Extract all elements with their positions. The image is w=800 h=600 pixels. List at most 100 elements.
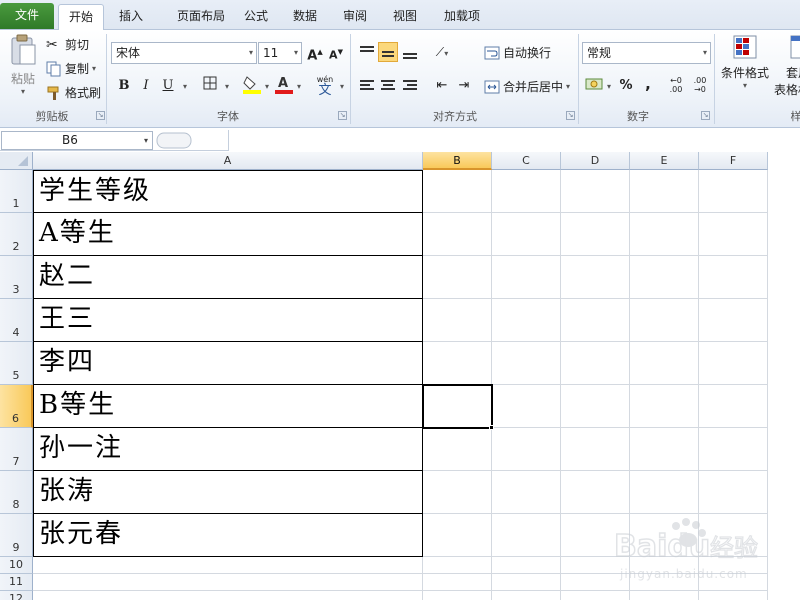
borders-button[interactable] [200,76,220,96]
cell-B3[interactable] [423,256,492,299]
phonetic-dropdown-icon[interactable]: ▾ [340,82,344,91]
cell-E6[interactable] [630,385,699,428]
shrink-font-button[interactable]: A▼ [326,42,346,62]
cell-A2[interactable]: A等生 [33,213,423,256]
cell-B5[interactable] [423,342,492,385]
row-header-3[interactable]: 3 [0,256,33,299]
cell-B7[interactable] [423,428,492,471]
cell-E2[interactable] [630,213,699,256]
cell-E12[interactable] [630,591,699,600]
font-name-select[interactable]: 宋体 ▾ [111,42,257,64]
alignment-launcher-icon[interactable]: ↘ [566,111,575,120]
align-right-button[interactable] [400,76,420,96]
number-format-select[interactable]: 常规 ▾ [582,42,711,64]
cell-C11[interactable] [492,574,561,591]
cell-C6[interactable] [492,385,561,428]
cell-F5[interactable] [699,342,768,385]
cell-D12[interactable] [561,591,630,600]
column-header-D[interactable]: D [561,152,630,170]
cell-B10[interactable] [423,557,492,574]
cell-C1[interactable] [492,170,561,213]
cell-A1[interactable]: 学生等级 [33,170,423,213]
tab-formulas[interactable]: 公式 [236,4,276,29]
cell-A4[interactable]: 王三 [33,299,423,342]
cell-A12[interactable] [33,591,423,600]
cell-D6[interactable] [561,385,630,428]
cell-A5[interactable]: 李四 [33,342,423,385]
top-align-button[interactable] [357,42,377,62]
row-header-7[interactable]: 7 [0,428,33,471]
format-as-table-button[interactable]: 套用 表格格 [772,34,800,106]
row-header-8[interactable]: 8 [0,471,33,514]
paste-button[interactable]: 粘贴 ▾ [6,34,40,106]
cell-E1[interactable] [630,170,699,213]
row-header-11[interactable]: 11 [0,574,33,591]
tab-addins[interactable]: 加载项 [434,4,490,29]
grow-font-button[interactable]: A▲ [305,42,325,63]
fill-color-button[interactable] [242,74,262,94]
cell-D2[interactable] [561,213,630,256]
italic-button[interactable]: I [136,76,156,96]
font-launcher-icon[interactable]: ↘ [338,111,347,120]
phonetic-button[interactable]: wén 文 [314,74,336,97]
cell-F12[interactable] [699,591,768,600]
select-all-corner[interactable] [0,152,33,170]
cell-C5[interactable] [492,342,561,385]
cell-B2[interactable] [423,213,492,256]
align-left-button[interactable] [357,76,377,96]
paste-dropdown-icon[interactable]: ▾ [21,87,25,96]
cell-F4[interactable] [699,299,768,342]
cell-C4[interactable] [492,299,561,342]
column-header-B[interactable]: B [423,152,492,170]
cell-A10[interactable] [33,557,423,574]
cell-C3[interactable] [492,256,561,299]
cell-E5[interactable] [630,342,699,385]
cell-B9[interactable] [423,514,492,557]
orientation-button[interactable]: ⟋▾ [432,42,452,62]
bottom-align-button[interactable] [400,42,420,62]
decrease-indent-button[interactable]: ⇤ [432,76,452,96]
cell-F8[interactable] [699,471,768,514]
copy-dropdown-icon[interactable]: ▾ [92,64,96,73]
row-header-12[interactable]: 12 [0,591,33,600]
merge-dropdown-icon[interactable]: ▾ [566,82,570,91]
cell-D1[interactable] [561,170,630,213]
merge-center-button[interactable]: 合并后居中 ▾ [484,78,570,95]
font-color-button[interactable]: A [274,74,294,94]
tab-page-layout[interactable]: 页面布局 [162,4,240,29]
tab-file[interactable]: 文件 [0,3,54,29]
underline-dropdown-icon[interactable]: ▾ [183,82,187,91]
row-header-4[interactable]: 4 [0,299,33,342]
row-header-10[interactable]: 10 [0,557,33,574]
cell-C7[interactable] [492,428,561,471]
cell-A6[interactable]: B等生 [33,385,423,428]
bold-button[interactable]: B [114,76,134,96]
row-header-1[interactable]: 1 [0,170,33,213]
tab-insert[interactable]: 插入 [108,4,154,29]
copy-button[interactable]: 复制 ▾ [46,60,96,77]
column-header-C[interactable]: C [492,152,561,170]
tab-home[interactable]: 开始 [58,4,104,31]
cell-B12[interactable] [423,591,492,600]
cell-F2[interactable] [699,213,768,256]
accounting-dropdown-icon[interactable]: ▾ [607,82,611,91]
active-cell-B6[interactable] [422,384,493,429]
cell-D4[interactable] [561,299,630,342]
column-header-E[interactable]: E [630,152,699,170]
cell-F7[interactable] [699,428,768,471]
fill-color-dropdown-icon[interactable]: ▾ [265,82,269,91]
cut-button[interactable]: ✂ 剪切 [46,36,89,53]
cell-D8[interactable] [561,471,630,514]
increase-decimal-button[interactable]: ←0.00 [666,76,686,96]
tab-review[interactable]: 审阅 [332,4,378,29]
cell-A7[interactable]: 孙一注 [33,428,423,471]
name-box[interactable]: B6 ▾ [1,131,153,150]
tab-view[interactable]: 视图 [382,4,428,29]
cell-A9[interactable]: 张元春 [33,514,423,557]
cell-B1[interactable] [423,170,492,213]
font-color-dropdown-icon[interactable]: ▾ [297,82,301,91]
cell-C9[interactable] [492,514,561,557]
number-launcher-icon[interactable]: ↘ [701,111,710,120]
cell-D7[interactable] [561,428,630,471]
underline-button[interactable]: U [158,76,178,96]
